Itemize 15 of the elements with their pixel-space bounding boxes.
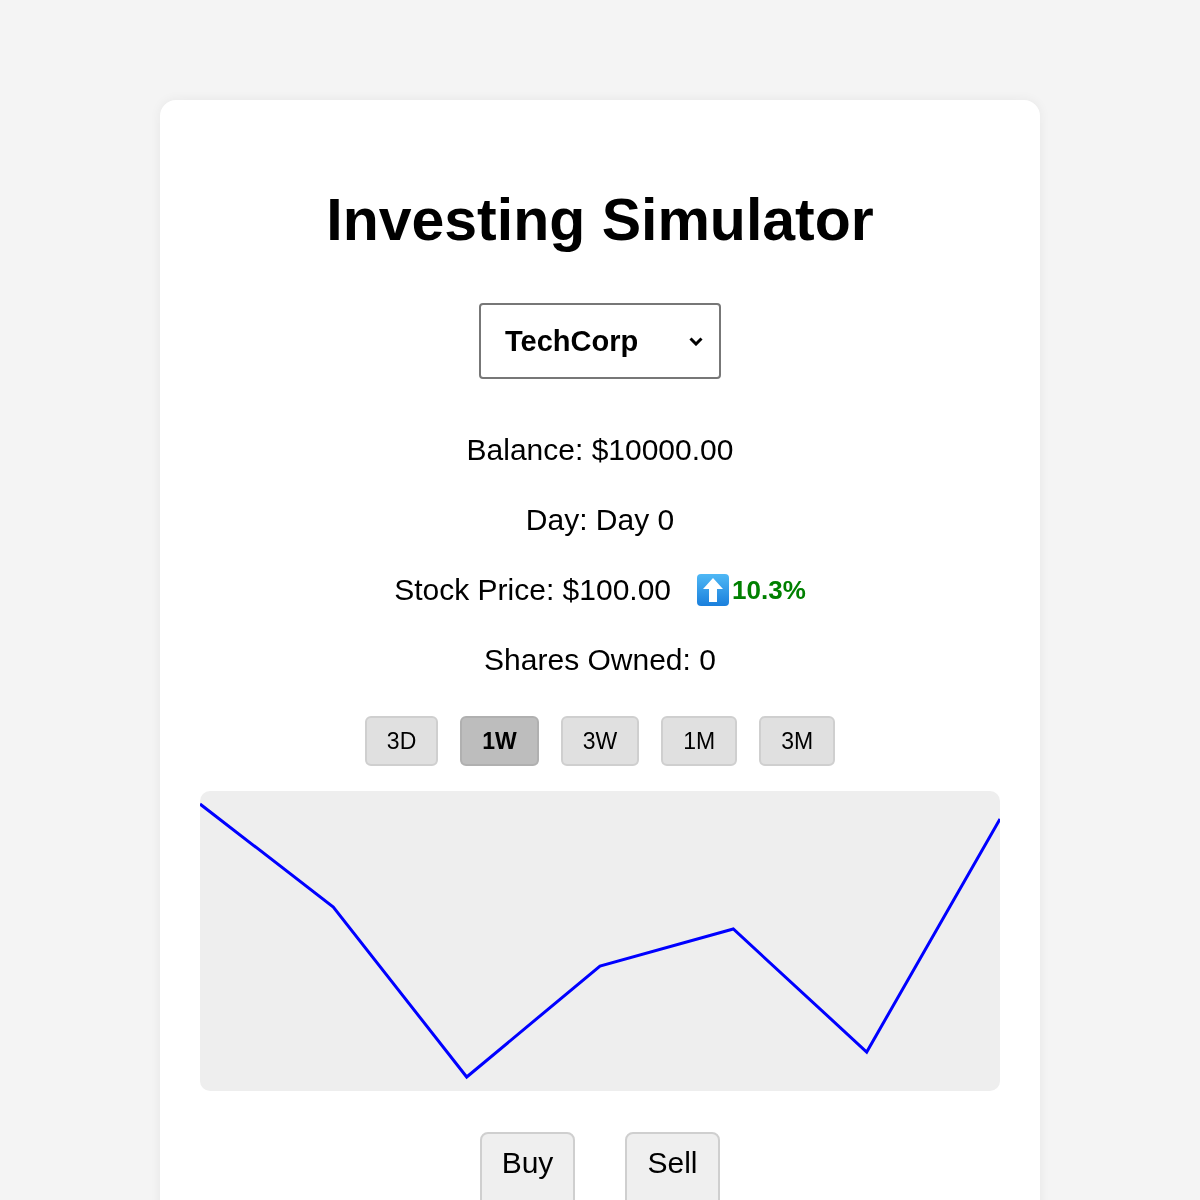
chevron-down-icon — [689, 336, 703, 346]
stock-select[interactable]: TechCorp — [479, 303, 721, 379]
stat-text: Day: Day 0 — [525, 502, 675, 538]
range-button[interactable]: 1W — [460, 716, 539, 766]
stat-text: Balance: $10000.00 — [466, 432, 734, 468]
stat-text: Stock Price: $100.00 — [394, 572, 672, 608]
range-button[interactable]: 3D — [364, 716, 439, 766]
range-button[interactable]: 3M — [759, 716, 836, 766]
action-button[interactable]: Sell — [625, 1132, 720, 1200]
stat-text: Shares Owned: 0 — [484, 642, 716, 678]
range-button[interactable]: 3W — [560, 716, 640, 766]
action-button[interactable]: Buy — [480, 1132, 575, 1200]
page-title: Investing Simulator — [326, 186, 874, 255]
range-button[interactable]: 1M — [661, 716, 738, 766]
price-change-text: 10.3% — [732, 574, 806, 606]
